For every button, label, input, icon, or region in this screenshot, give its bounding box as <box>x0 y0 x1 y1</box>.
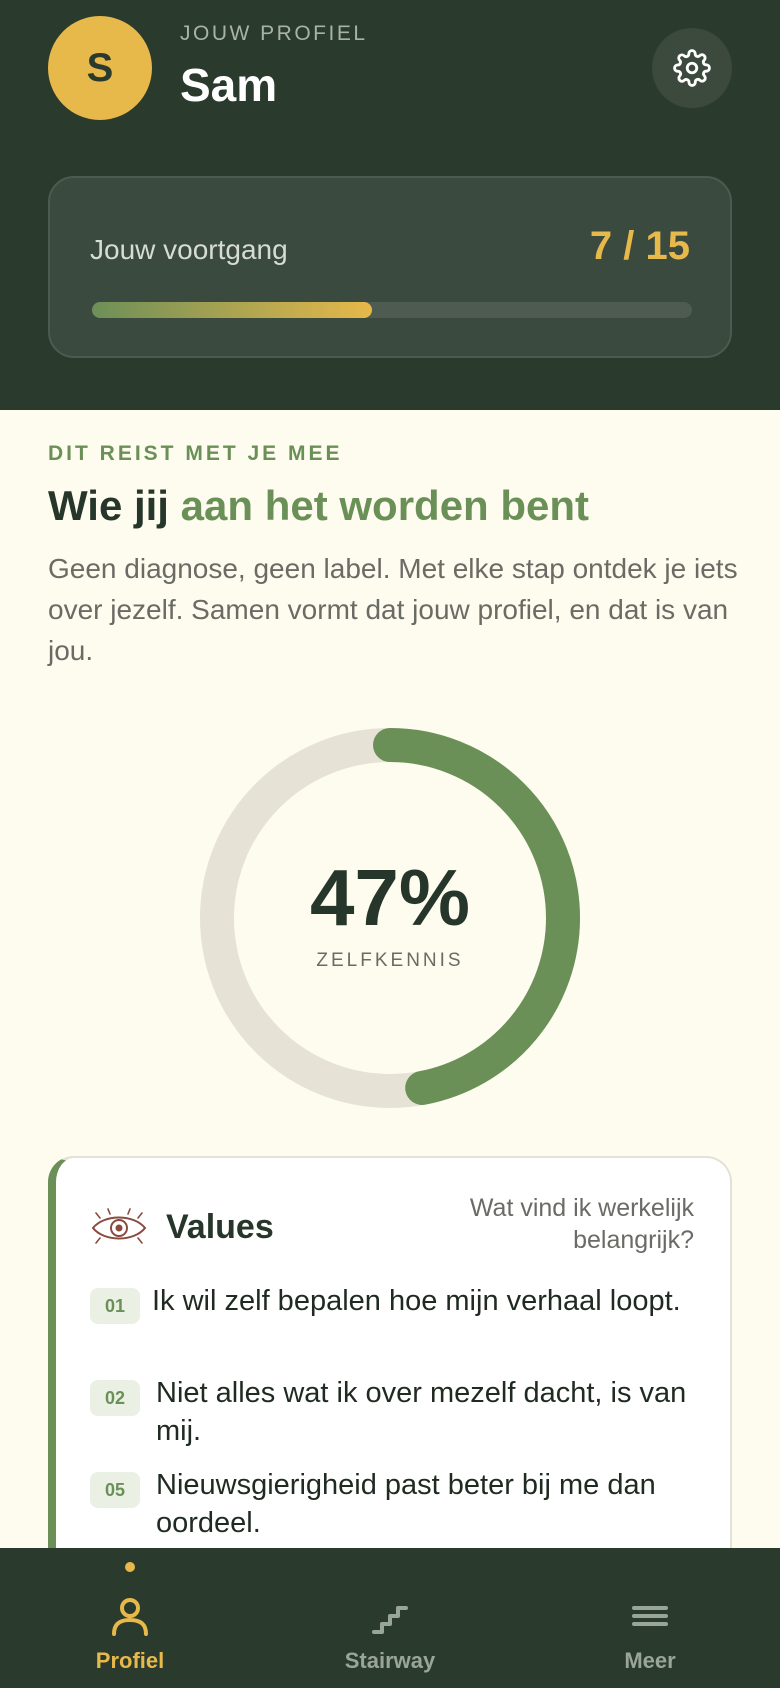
value-text: Niet alles wat ik over mezelf dacht, is … <box>156 1377 687 1447</box>
ring-percentage: 47% <box>309 853 471 942</box>
active-indicator <box>125 1562 135 1572</box>
headline-accent: aan het worden bent <box>180 482 590 529</box>
tab-meer[interactable]: Meer <box>550 1548 750 1688</box>
ring-label: ZELFKENNIS <box>316 950 464 971</box>
value-number: 01 <box>90 1288 140 1324</box>
self-knowledge-ring: 47% ZELFKENNIS <box>200 728 580 1108</box>
gear-icon <box>673 49 711 87</box>
avatar[interactable]: S <box>48 16 152 120</box>
progress-count: 7 / 15 <box>589 224 690 268</box>
value-text: Ik wil zelf bepalen hoe mijn verhaal loo… <box>152 1285 681 1317</box>
tab-label: Meer <box>624 1648 676 1673</box>
section-headline: Wie jij aan het worden bent <box>48 482 589 530</box>
stairs-icon <box>372 1606 408 1634</box>
tab-label: Profiel <box>95 1648 165 1673</box>
bottom-tab-bar: Profiel Stairway Meer <box>0 1548 780 1688</box>
person-icon <box>112 1598 148 1636</box>
headline-plain: Wie jij <box>48 482 181 529</box>
section-kicker: DIT REIST MET JE MEE <box>48 442 343 465</box>
intro-text: Geen diagnose, geen label. Met elke stap… <box>48 553 738 666</box>
profile-header: S JOUW PROFIEL Sam Jouw voortgang 7 / 15 <box>0 0 780 410</box>
tab-stairway[interactable]: Stairway <box>290 1548 490 1688</box>
values-question: Wat vind ik werkelijk belangrijk? <box>469 1194 694 1254</box>
profile-kicker: JOUW PROFIEL <box>180 22 368 45</box>
progress-label: Jouw voortgang <box>90 234 288 265</box>
value-number: 02 <box>90 1380 140 1416</box>
value-text: Nieuwsgierigheid past beter bij me dan o… <box>156 1469 656 1539</box>
eye-icon <box>91 1208 147 1244</box>
values-title: Values <box>166 1208 274 1246</box>
settings-button[interactable] <box>652 28 732 108</box>
menu-icon <box>632 1606 668 1626</box>
progress-bar <box>92 302 692 318</box>
progress-bar-fill <box>92 302 373 318</box>
tab-profiel[interactable]: Profiel <box>30 1548 230 1688</box>
header-wave <box>0 380 780 404</box>
profile-name: Sam <box>180 59 278 111</box>
tab-label: Stairway <box>344 1648 436 1673</box>
value-number: 05 <box>90 1472 140 1508</box>
progress-card: Jouw voortgang 7 / 15 <box>48 176 732 358</box>
